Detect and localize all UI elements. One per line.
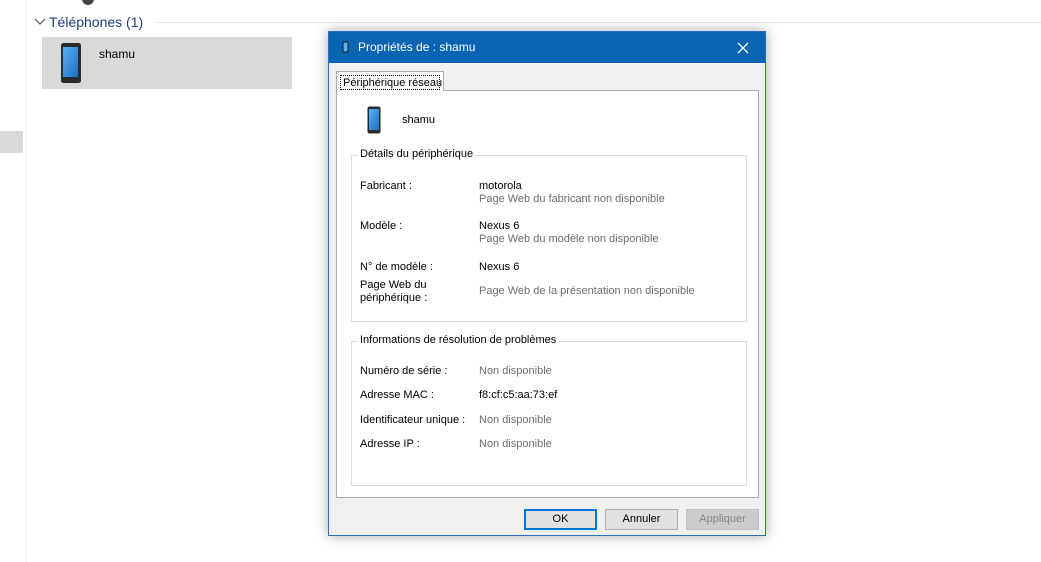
close-icon	[737, 42, 749, 53]
model-label: Modèle :	[360, 220, 403, 232]
device-web-value: Page Web de la présentation non disponib…	[479, 285, 695, 297]
mac-label: Adresse MAC :	[360, 389, 434, 401]
troubleshooting-title: Informations de résolution de problèmes	[358, 334, 559, 346]
model-value: Nexus 6	[479, 220, 520, 232]
dialog-title: Propriétés de : shamu	[358, 40, 476, 54]
properties-dialog: Propriétés de : shamu Périphérique résea…	[328, 31, 766, 536]
device-web-label-line2: périphérique :	[360, 292, 428, 304]
ip-value: Non disponible	[479, 438, 552, 450]
navigation-selection-marker	[0, 131, 23, 153]
chevron-down-icon[interactable]	[33, 15, 47, 29]
group-title: Téléphones (1)	[49, 14, 144, 30]
tab-label: Périphérique réseau	[340, 75, 442, 90]
phone-icon	[60, 42, 82, 87]
model-web: Page Web du modèle non disponible	[479, 233, 659, 245]
ip-label: Adresse IP :	[360, 438, 420, 450]
tab-page: shamu Détails du périphérique Fabricant …	[336, 90, 759, 498]
navigation-pane	[0, 0, 27, 562]
tab-network-device[interactable]: Périphérique réseau	[336, 71, 444, 91]
close-button[interactable]	[721, 32, 765, 63]
phone-icon	[367, 106, 381, 137]
group-divider	[155, 22, 1041, 23]
model-number-label: N° de modèle :	[360, 261, 433, 273]
device-tile-label: shamu	[99, 47, 136, 61]
device-details-title: Détails du périphérique	[358, 148, 476, 160]
manufacturer-value: motorola	[479, 180, 522, 192]
apply-button[interactable]: Appliquer	[686, 509, 759, 530]
uid-value: Non disponible	[479, 414, 552, 426]
device-details-group: Détails du périphérique Fabricant : moto…	[351, 148, 747, 322]
serial-label: Numéro de série :	[360, 365, 448, 377]
mac-value: f8:cf:c5:aa:73:ef	[479, 389, 558, 401]
manufacturer-web: Page Web du fabricant non disponible	[479, 193, 665, 205]
device-tile-shamu[interactable]: shamu	[42, 37, 292, 89]
serial-value: Non disponible	[479, 365, 552, 377]
partial-icon	[82, 0, 94, 5]
model-number-value: Nexus 6	[479, 261, 520, 273]
uid-label: Identificateur unique :	[360, 414, 466, 426]
device-name: shamu	[402, 114, 436, 126]
group-header-phones[interactable]: Téléphones (1)	[33, 12, 143, 32]
dialog-titlebar[interactable]: Propriétés de : shamu	[329, 32, 765, 63]
troubleshooting-group: Informations de résolution de problèmes …	[351, 334, 747, 486]
phone-icon	[342, 41, 349, 56]
cancel-button[interactable]: Annuler	[605, 509, 678, 530]
ok-button[interactable]: OK	[524, 509, 597, 530]
device-web-label-line1: Page Web du	[360, 279, 427, 291]
manufacturer-label: Fabricant :	[360, 180, 412, 192]
